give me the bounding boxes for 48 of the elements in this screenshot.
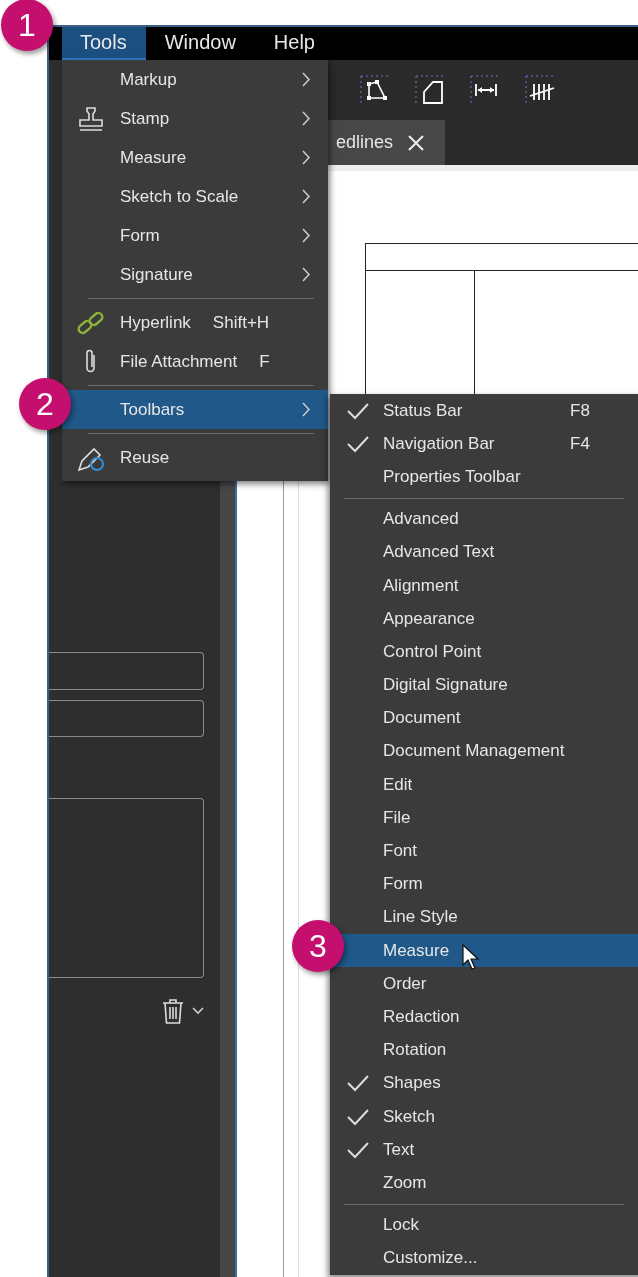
menu-item[interactable]: Signature <box>62 255 328 294</box>
menu-item[interactable]: File Attachment F <box>62 342 328 381</box>
menu-item[interactable]: Redaction <box>330 1000 638 1034</box>
menu-item[interactable]: Document Management <box>330 734 638 769</box>
menu-item[interactable]: Font <box>330 834 638 868</box>
menu-bar-item[interactable]: Tools <box>62 27 146 60</box>
menu-item[interactable]: Rotation <box>330 1033 638 1067</box>
menu-item[interactable]: Navigation Bar F4 <box>330 427 638 461</box>
menu-item[interactable]: Document <box>330 701 638 735</box>
menu-item[interactable]: Properties Toolbar <box>330 460 638 494</box>
menu-bar-item[interactable]: Help <box>255 27 334 60</box>
menu-item[interactable]: Sketch <box>330 1099 638 1134</box>
input-field[interactable] <box>49 652 204 690</box>
menu-item[interactable]: Reuse <box>62 438 328 477</box>
menu-item[interactable]: Lock <box>330 1208 638 1242</box>
trash-icon[interactable] <box>162 998 184 1024</box>
stamp-icon <box>76 104 106 133</box>
tally-marks-icon[interactable] <box>525 74 557 106</box>
menu-item[interactable]: Customize... <box>330 1241 638 1275</box>
menu-item[interactable]: Digital Signature <box>330 668 638 702</box>
menu-item[interactable]: Control Point <box>330 635 638 669</box>
step-number-badge: 2 <box>19 378 71 430</box>
menu-bar-item[interactable]: Window <box>146 27 255 60</box>
menu-item[interactable]: Toolbars <box>62 390 328 429</box>
menu-item[interactable]: Appearance <box>330 602 638 636</box>
shortcut-label: Shift+H <box>212 312 270 333</box>
shortcut-label: F4 <box>570 433 590 454</box>
menu-item[interactable]: Sketch to Scale <box>62 177 328 216</box>
menu-item[interactable]: Markup <box>62 60 328 99</box>
menu-item[interactable]: Advanced Text <box>330 535 638 569</box>
menu-item[interactable]: Hyperlink Shift+H <box>62 303 328 342</box>
shortcut-label: F8 <box>570 400 590 421</box>
menu-item[interactable]: Edit <box>330 768 638 802</box>
menu-item[interactable]: Text <box>330 1133 638 1167</box>
menu-item[interactable]: Shapes <box>330 1066 638 1100</box>
menu-item[interactable]: Form <box>330 867 638 901</box>
mouse-pointer-icon <box>462 944 480 970</box>
menu-item[interactable]: Form <box>62 216 328 255</box>
menu-item[interactable]: File <box>330 801 638 835</box>
menu-item[interactable]: Advanced <box>330 502 638 536</box>
input-field[interactable] <box>49 700 204 737</box>
step-number-badge: 1 <box>1 0 53 51</box>
menu-item[interactable]: Status Bar F8 <box>330 394 638 428</box>
close-icon[interactable] <box>407 133 426 152</box>
chevron-down-icon[interactable] <box>192 1007 204 1015</box>
menu-item[interactable]: Alignment <box>330 568 638 603</box>
shortcut-label: F <box>259 351 270 372</box>
menu-item[interactable]: Zoom <box>330 1166 638 1200</box>
